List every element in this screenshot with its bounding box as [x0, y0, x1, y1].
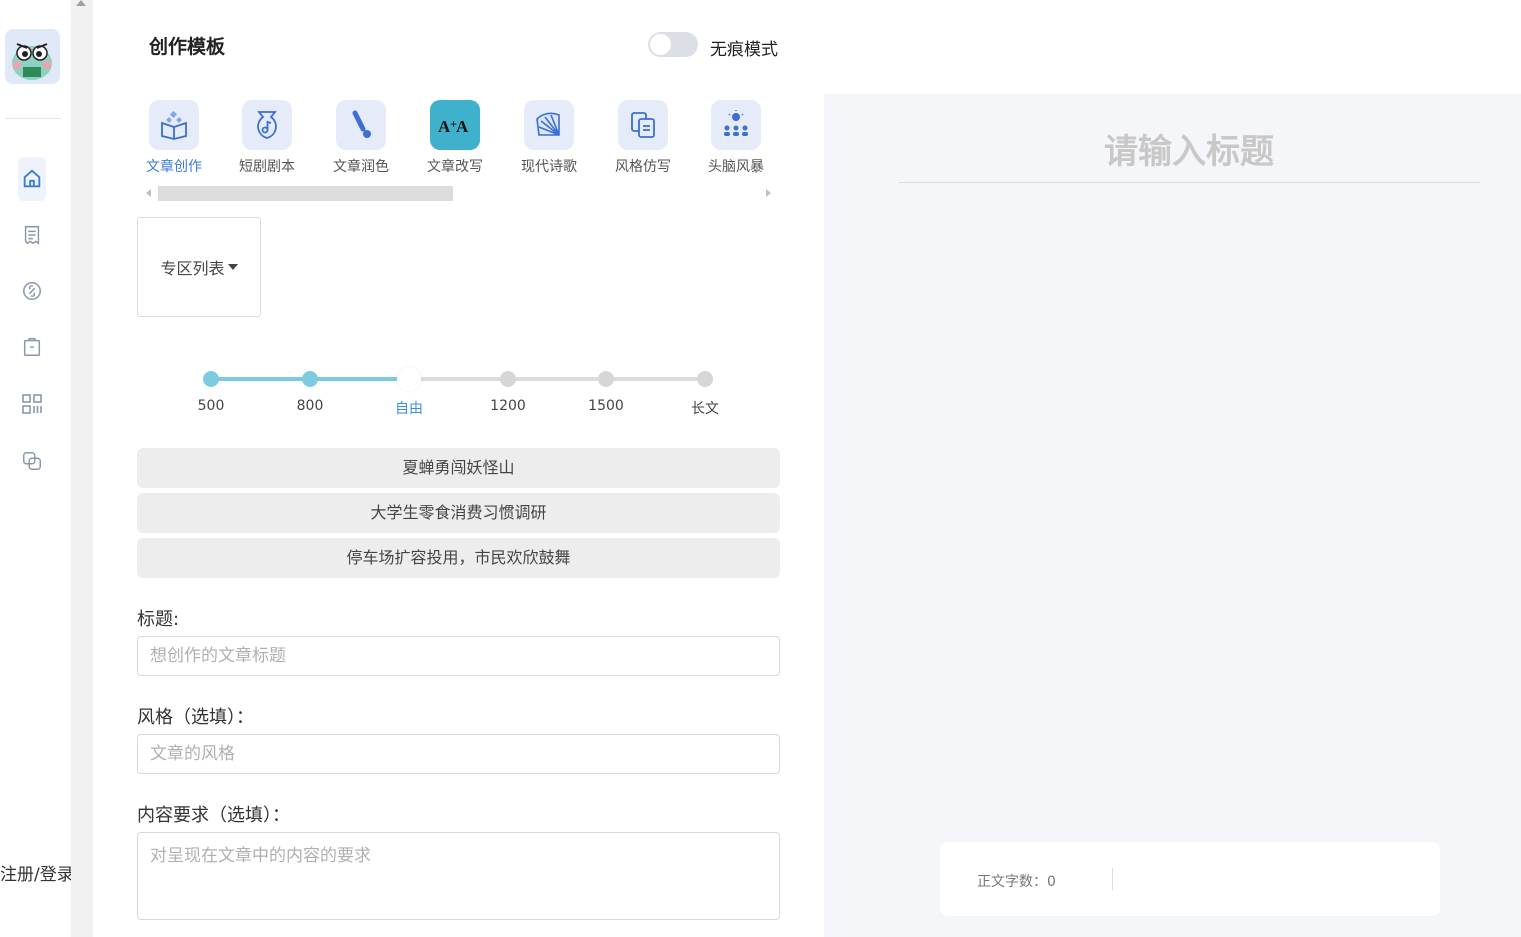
suggestion-button[interactable]: 停车场扩容投用，市民欢欣鼓舞 — [137, 538, 780, 578]
template-polish[interactable]: 文章润色 — [329, 100, 393, 176]
template-brainstorm[interactable]: 头脑风暴 — [704, 100, 768, 176]
template-rewrite[interactable]: A + A 文章改写 — [423, 100, 487, 176]
title-underline — [899, 182, 1480, 183]
login-link[interactable]: 注册/登录 — [0, 860, 74, 885]
slider-label[interactable]: 1500 — [576, 398, 636, 414]
copy-icon — [23, 452, 41, 470]
nav-copy[interactable] — [18, 447, 46, 475]
nav-apps[interactable] — [18, 390, 46, 418]
template-label: 头脑风暴 — [708, 159, 764, 175]
slider-label[interactable]: 800 — [280, 398, 340, 414]
toggle-knob — [650, 34, 671, 55]
template-style-imitation[interactable]: 风格仿写 — [611, 100, 675, 176]
word-count: 正文字数：0 — [977, 874, 1056, 890]
template-label: 现代诗歌 — [521, 159, 577, 175]
style-input[interactable] — [137, 734, 780, 774]
template-label: 文章润色 — [333, 159, 389, 175]
svg-text:A: A — [456, 117, 469, 136]
title-input[interactable] — [137, 636, 780, 676]
template-label: 短剧剧本 — [239, 159, 295, 175]
panel-title: 创作模板 — [149, 36, 226, 58]
slider-stop-long[interactable] — [697, 371, 713, 387]
content-requirements-textarea[interactable] — [137, 832, 780, 920]
book-sparkle-icon — [149, 100, 199, 150]
scrollbar-thumb[interactable] — [158, 186, 453, 201]
slider-stop-500[interactable] — [203, 371, 219, 387]
slider-label[interactable]: 500 — [181, 398, 241, 414]
slider-stop-1200[interactable] — [500, 371, 516, 387]
brush-icon — [336, 100, 386, 150]
home-icon — [23, 169, 41, 188]
brainstorm-icon — [711, 100, 761, 150]
nav-home[interactable] — [18, 157, 46, 201]
scroll-up-arrow-icon[interactable] — [76, 0, 86, 6]
creation-panel: 创作模板 无痕模式 文章创作 短剧剧本 文章润色 A+A 文章改写 现代诗歌 — [93, 0, 823, 937]
template-modern-poetry[interactable]: 现代诗歌 — [517, 100, 581, 176]
word-count-bar: 正文字数：0 — [940, 842, 1440, 916]
suggestion-button[interactable]: 大学生零食消费习惯调研 — [137, 493, 780, 533]
document-title-input[interactable]: 请输入标题 — [824, 124, 1521, 173]
style-label: 风格（选填）： — [137, 707, 254, 728]
template-label: 风格仿写 — [615, 159, 671, 175]
title-label: 标题: — [137, 609, 180, 630]
copy-docs-icon — [618, 100, 668, 150]
clipboard-icon — [23, 338, 41, 356]
slider-label[interactable]: 1200 — [478, 398, 538, 414]
template-scrollbar[interactable] — [137, 184, 777, 202]
nav-links[interactable] — [18, 277, 46, 305]
grid-apps-icon — [22, 394, 42, 414]
left-sidebar: 注册/登录 — [0, 0, 74, 937]
slider-handle[interactable] — [397, 367, 421, 391]
suggestion-button[interactable]: 夏蝉勇闯妖怪山 — [137, 448, 780, 488]
template-article-creation[interactable]: 文章创作 — [142, 100, 206, 176]
word-count-divider — [1112, 868, 1113, 890]
nav-documents[interactable] — [18, 221, 46, 249]
incognito-toggle[interactable] — [648, 32, 698, 57]
zone-list-dropdown[interactable]: 专区列表 — [137, 217, 261, 317]
fan-icon — [524, 100, 574, 150]
template-label: 文章创作 — [146, 159, 202, 175]
slider-label[interactable]: 长文 — [675, 398, 735, 418]
template-short-drama[interactable]: 短剧剧本 — [235, 100, 299, 176]
nav-clipboard[interactable] — [18, 333, 46, 361]
content-label: 内容要求（选填）： — [137, 805, 290, 826]
music-pen-icon — [242, 100, 292, 150]
app-logo[interactable] — [5, 29, 60, 84]
link-icon — [23, 282, 41, 300]
scroll-right-arrow-icon[interactable] — [766, 189, 771, 197]
sidebar-divider — [5, 118, 61, 119]
document-list-icon — [24, 226, 40, 245]
rewrite-a-icon: A + A — [430, 100, 480, 150]
scroll-left-arrow-icon[interactable] — [146, 189, 151, 197]
zone-list-label: 专区列表 — [160, 259, 225, 278]
vertical-scrollbar[interactable] — [71, 0, 93, 937]
template-label: 文章改写 — [427, 159, 483, 175]
caret-down-icon — [227, 264, 238, 270]
editor-pane: 请输入标题 正文字数：0 — [824, 94, 1521, 937]
slider-label-selected[interactable]: 自由 — [379, 398, 439, 418]
incognito-toggle-label: 无痕模式 — [710, 40, 778, 60]
slider-stop-800[interactable] — [302, 371, 318, 387]
slider-stop-1500[interactable] — [598, 371, 614, 387]
